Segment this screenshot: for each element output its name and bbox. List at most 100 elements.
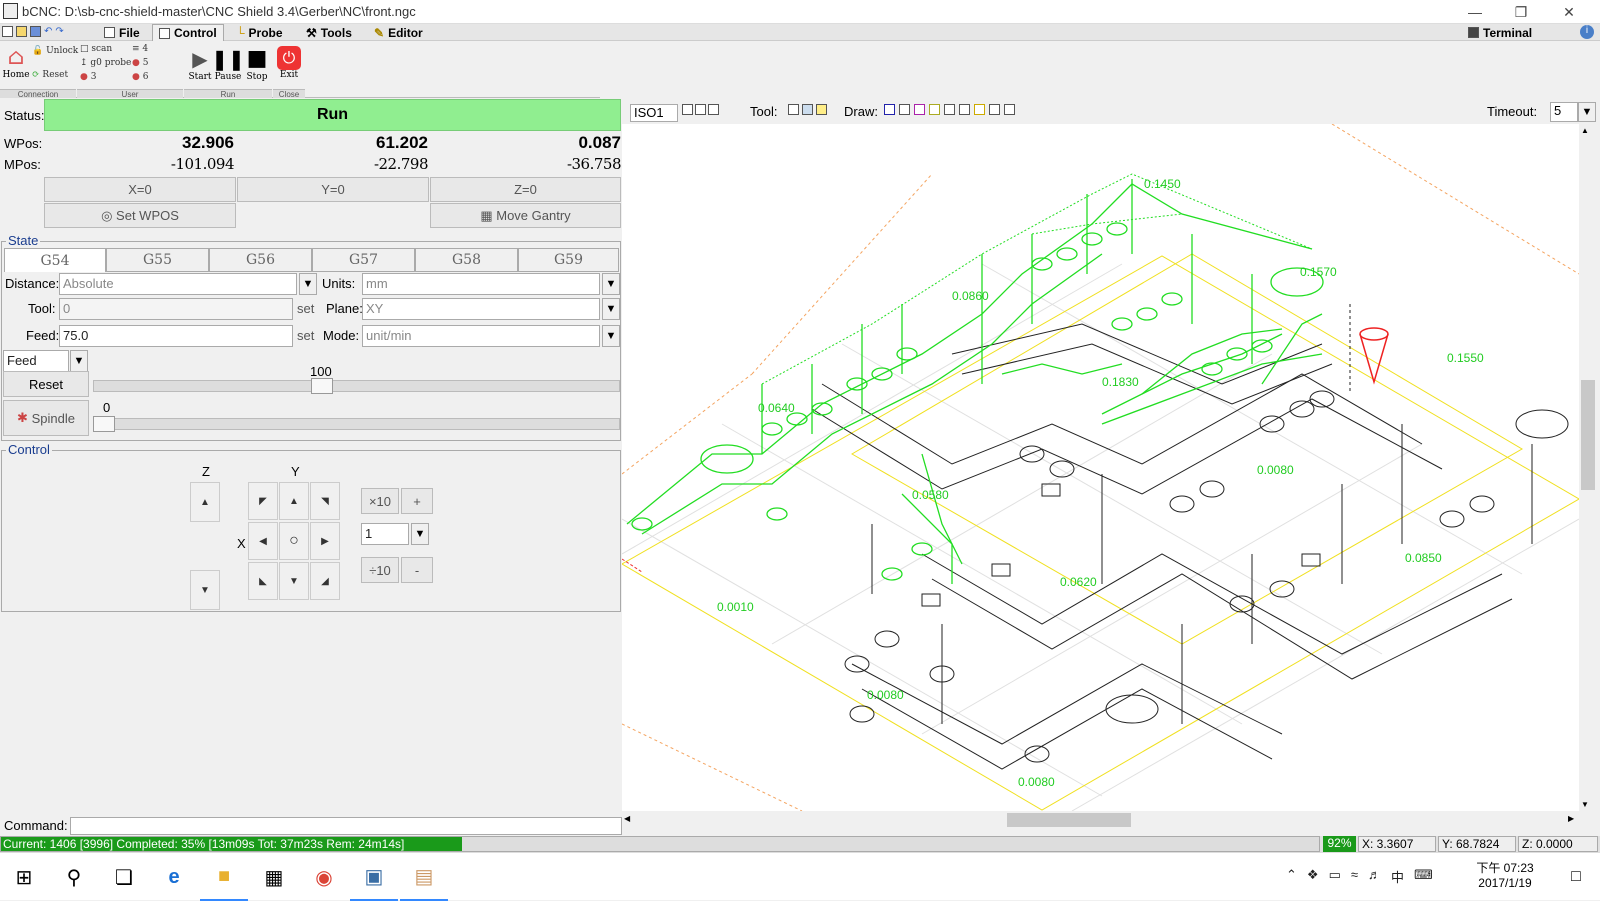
zoom-out-icon[interactable] (708, 104, 719, 115)
keyboard-icon[interactable]: ⌨ (1414, 867, 1433, 886)
stop-button[interactable]: ■ Stop (244, 46, 270, 90)
jog-z-down-button[interactable]: ▼ (190, 570, 220, 610)
feed-field[interactable]: 75.0 (59, 325, 293, 347)
user-3-button[interactable]: ● 3 (80, 72, 96, 82)
camera-icon[interactable] (974, 104, 985, 115)
jog-y-up-button[interactable]: ▲ (279, 482, 309, 520)
save-icon[interactable] (30, 26, 41, 37)
tray-chevron-icon[interactable]: ⌃ (1286, 867, 1297, 886)
view-select[interactable]: ISO1 (630, 104, 678, 122)
scroll-down-icon[interactable]: ▼ (1581, 800, 1589, 809)
move-tool-icon[interactable] (802, 104, 813, 115)
user-scan-button[interactable]: □ scan (80, 44, 112, 54)
reset-button[interactable]: ⟳ Reset (32, 70, 68, 80)
store-icon[interactable]: ▦ (250, 853, 298, 901)
spindle-slider[interactable] (93, 418, 620, 430)
probe-draw-icon[interactable] (944, 104, 955, 115)
tab-tools[interactable]: ⚒ Tools (300, 24, 358, 41)
step-dropdown[interactable]: ▼ (411, 523, 429, 545)
jog-xminus-yminus-button[interactable]: ◣ (248, 562, 278, 600)
refresh-icon[interactable] (1004, 104, 1015, 115)
tab-g54[interactable]: G54 (4, 248, 106, 272)
zero-z-button[interactable]: Z=0 (430, 177, 621, 202)
override-slider[interactable] (93, 380, 620, 392)
step-div10-button[interactable]: ÷10 (361, 557, 399, 583)
jog-x-right-button[interactable]: ▶ (310, 522, 340, 560)
units-dropdown[interactable]: ▼ (602, 273, 620, 295)
restore-button[interactable]: ❐ (1498, 0, 1544, 24)
vertical-scrollbar[interactable]: ▲ ▼ (1579, 124, 1597, 811)
bcnc-taskbar-icon[interactable]: ▣ (350, 853, 398, 901)
new-icon[interactable] (2, 26, 13, 37)
tab-control[interactable]: Control (152, 24, 224, 41)
home-button[interactable]: ⌂ Home (2, 46, 29, 90)
set-wpos-button[interactable]: ◎ Set WPOS (44, 203, 236, 228)
zoom-in-icon[interactable] (695, 104, 706, 115)
help-icon[interactable]: i (1580, 25, 1594, 39)
tab-g56[interactable]: G56 (209, 248, 312, 272)
command-input[interactable] (70, 817, 622, 835)
horizontal-scrollbar[interactable]: ◀ ▶ (622, 811, 1579, 829)
step-minus-button[interactable]: - (401, 557, 433, 583)
tab-g59[interactable]: G59 (518, 248, 619, 272)
tab-editor[interactable]: ✎ Editor (368, 24, 429, 41)
zero-x-button[interactable]: X=0 (44, 177, 236, 202)
timeout-field[interactable]: 5 (1550, 102, 1578, 122)
tool-field[interactable]: 0 (59, 298, 293, 320)
step-plus-button[interactable]: + (401, 488, 433, 514)
group-connection[interactable]: Connection (0, 89, 76, 99)
ime-indicator[interactable]: 中 (1391, 867, 1404, 886)
margins-icon[interactable] (914, 104, 925, 115)
plane-dropdown[interactable]: ▼ (602, 298, 620, 320)
notification-icon[interactable]: □ (1552, 853, 1600, 901)
exit-button[interactable]: ⏻ Exit (276, 46, 302, 90)
override-dropdown[interactable]: ▼ (70, 350, 88, 372)
timeout-dropdown[interactable]: ▼ (1578, 102, 1596, 122)
scroll-up-icon[interactable]: ▲ (1581, 126, 1589, 135)
search-icon[interactable]: ⚲ (50, 853, 98, 901)
override-slider-handle[interactable] (311, 378, 333, 394)
jog-home-button[interactable]: ○ (279, 522, 309, 560)
units-select[interactable]: mm (362, 273, 600, 295)
rapid-icon[interactable] (959, 104, 970, 115)
scroll-right-icon[interactable]: ▶ (1568, 814, 1574, 823)
axes-icon[interactable] (884, 104, 895, 115)
mode-select[interactable]: unit/min (362, 325, 600, 347)
vertical-scroll-thumb[interactable] (1581, 380, 1595, 490)
edge-icon[interactable]: e (150, 853, 198, 901)
open-icon[interactable] (16, 26, 27, 37)
zoom-fit-icon[interactable] (682, 104, 693, 115)
zero-y-button[interactable]: Y=0 (237, 177, 429, 202)
minimize-button[interactable]: — (1452, 0, 1498, 24)
pause-button[interactable]: ❚❚ Pause (211, 46, 245, 90)
dropbox-icon[interactable]: ❖ (1307, 867, 1319, 886)
distance-dropdown[interactable]: ▼ (299, 273, 317, 295)
clock[interactable]: 下午 07:23 2017/1/19 (1470, 859, 1540, 890)
user-4-button[interactable]: ≡ 4 (132, 44, 148, 54)
jog-xplus-yplus-button[interactable]: ◥ (310, 482, 340, 520)
jog-y-down-button[interactable]: ▼ (279, 562, 309, 600)
plane-select[interactable]: XY (362, 298, 600, 320)
user-6-button[interactable]: ● 6 (132, 72, 148, 82)
redo-icon[interactable]: ↷ (55, 26, 63, 37)
unlock-button[interactable]: 🔓 Unlock (32, 46, 78, 56)
select-tool-icon[interactable] (788, 104, 799, 115)
document-app-icon[interactable]: ▤ (400, 853, 448, 901)
user-5-button[interactable]: ● 5 (132, 58, 148, 68)
close-button[interactable]: ✕ (1546, 0, 1592, 24)
ruler-tool-icon[interactable] (816, 104, 827, 115)
step-field[interactable]: 1 (361, 523, 409, 545)
distance-select[interactable]: Absolute (59, 273, 297, 295)
undo-icon[interactable]: ↶ (44, 26, 52, 37)
user-g0probe-button[interactable]: ↥ g0 probe (80, 58, 131, 68)
horizontal-scroll-thumb[interactable] (1007, 813, 1131, 827)
task-view-icon[interactable]: ❏ (100, 853, 148, 901)
volume-icon[interactable]: ♬ (1368, 867, 1381, 886)
jog-xminus-yplus-button[interactable]: ◤ (248, 482, 278, 520)
chrome-icon[interactable]: ◉ (300, 853, 348, 901)
gcode-canvas[interactable]: 0.1450 0.1570 0.0860 0.1550 0.0640 0.183… (622, 124, 1579, 811)
override-select[interactable]: Feed (3, 350, 69, 372)
mode-dropdown[interactable]: ▼ (602, 325, 620, 347)
jog-z-up-button[interactable]: ▲ (190, 482, 220, 522)
step-x10-button[interactable]: ×10 (361, 488, 399, 514)
